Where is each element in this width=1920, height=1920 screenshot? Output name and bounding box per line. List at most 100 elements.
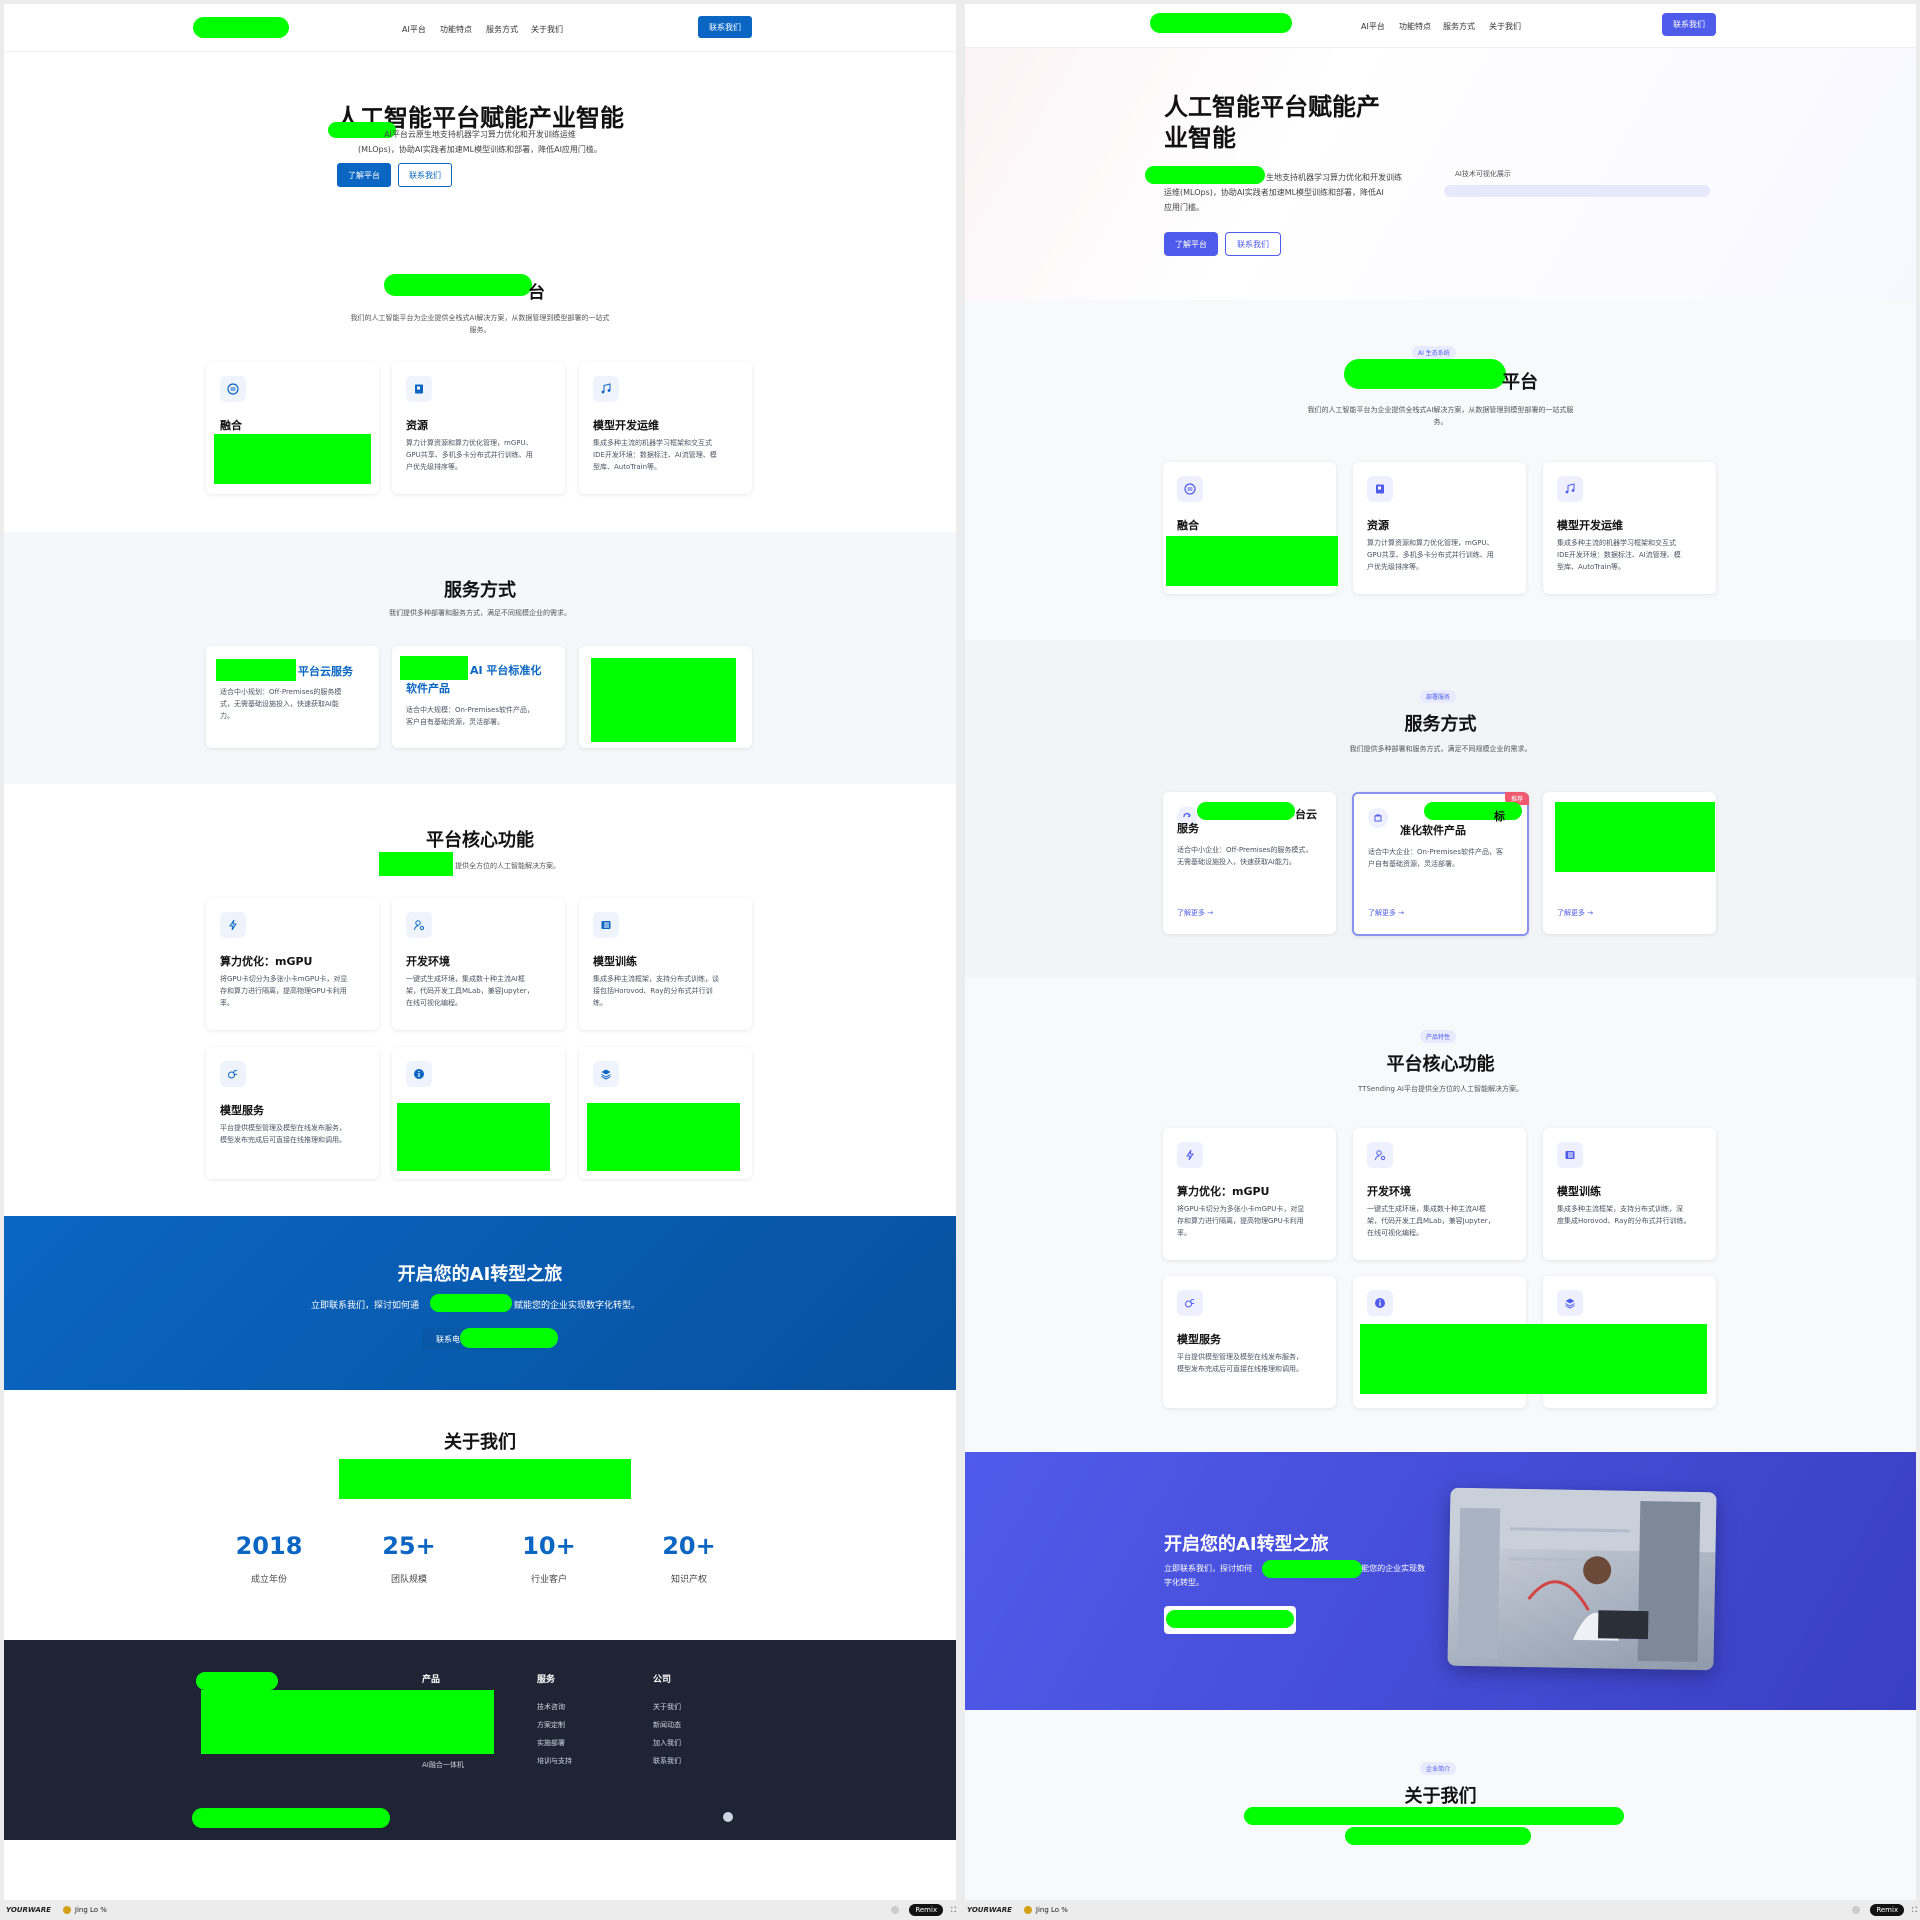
learn-more-link[interactable]: 了解更多 → (1177, 908, 1213, 918)
about-title: 关于我们 (1404, 1786, 1477, 1807)
card-description: 算力计算资源和算力优化管理，mGPU、 GPU共享、多机多卡分布式并行训练、用 … (1367, 537, 1517, 573)
learn-platform-button[interactable]: 了解平台 (337, 163, 391, 187)
learn-platform-button[interactable]: 了解平台 (1164, 232, 1218, 256)
hero-desc-line1: AI平台云原生地支持机器学习算力优化和开发训练运维 (384, 130, 576, 139)
hero-title-line2: 业智能 (1164, 124, 1236, 152)
contact-button[interactable]: 联系我们 (1662, 13, 1716, 36)
yourware-logo[interactable]: YOURWARE (967, 1906, 1012, 1914)
header: AI平台 功能特点 服务方式 关于我们 联系我们 (4, 4, 956, 52)
redacted-product-links (201, 1690, 494, 1754)
card-desc-line: 模型发布完成后可直接在线推理和调用。 (1177, 1365, 1303, 1373)
footer-link[interactable]: 实施部署 (537, 1738, 565, 1748)
yourware-logo[interactable]: YOURWARE (6, 1906, 51, 1914)
feature-card-serving: 模型服务 平台提供模型管理及模型在线发布服务， 模型发布完成后可直接在线推理和调… (206, 1047, 379, 1179)
cta-section: 开启您的AI转型之旅 立即联系我们，探讨如何通 赋能您的企业实现数字化转型。 联… (4, 1216, 956, 1390)
service-card-redacted[interactable] (579, 646, 752, 748)
footer-link[interactable]: 培训与支持 (537, 1756, 572, 1766)
user-name: Jing Lo % (74, 1906, 107, 1914)
cta-desc-a: 立即联系我们，探讨如何通 (311, 1301, 420, 1311)
fullscreen-icon[interactable]: ⛶ (1912, 1906, 1917, 1915)
contact-button[interactable]: 联系我们 (698, 16, 752, 38)
footer-link[interactable]: 新闻动态 (653, 1720, 681, 1730)
card-desc-line: GPU共享、多机多卡分布式并行训练、用 (1367, 551, 1494, 559)
right-bottom-bar: YOURWARE Jing Lo % Remix ⛶ (967, 1900, 1917, 1920)
card-description: 一键式生成环境，集成数十种主流AI框 架，代码开发工具MLab，兼容Jupyte… (406, 973, 556, 1009)
card-desc-line: 型库、AutoTrain等。 (593, 463, 662, 471)
card-desc-line: 算力计算资源和算力优化管理，mGPU、 (406, 439, 533, 447)
service-card-software[interactable]: 推荐 标 准化软件产品 适合中大企业：On-Premises软件产品，客 户自有… (1352, 792, 1529, 936)
nav-link-features[interactable]: 功能特点 (440, 24, 472, 35)
footer-link[interactable]: 技术咨询 (537, 1702, 565, 1712)
card-title: 模型开发运维 (593, 419, 659, 432)
hero-description: AI平台云原生地支持机器学习算力优化和开发训练运维 (MLOps)，协助AI实践… (4, 127, 956, 157)
card-title: 算力优化：mGPU (1177, 1185, 1270, 1198)
card-desc-line: 度集成Horovod、Ray的分布式并行训练。 (1557, 1217, 1691, 1225)
footer: 产品 AI融合一体机 服务 技术咨询 方案定制 实施部署 培训与支持 公司 关于… (4, 1640, 956, 1840)
footer-link[interactable]: 方案定制 (537, 1720, 565, 1730)
platform-badge: AI 生态系统 (1412, 346, 1456, 359)
nav-link-about[interactable]: 关于我们 (1489, 21, 1521, 32)
card-description: 平台提供模型管理及模型在线发布服务， 模型发布完成后可直接在线推理和调用。 (1177, 1351, 1332, 1375)
nav-link-ai[interactable]: AI平台 (1361, 21, 1385, 32)
service-description: 我们提供多种部署和服务方式，满足不同规模企业的需求。 (1349, 745, 1532, 753)
redacted-text (1262, 1560, 1362, 1578)
redacted-content (1360, 1324, 1707, 1394)
left-bottom-bar: YOURWARE Jing Lo % Remix ⛶ (6, 1900, 956, 1920)
fullscreen-icon[interactable]: ⛶ (951, 1906, 956, 1915)
service-card-redacted[interactable]: 了解更多 → (1543, 792, 1716, 934)
service-card-cloud[interactable]: 台云 服务 适合中小企业：Off-Premises的服务模式， 无需基础设施投入… (1163, 792, 1336, 934)
cta-contact-button[interactable] (1164, 1606, 1296, 1634)
like-icon[interactable] (1852, 1906, 1861, 1914)
learn-more-link[interactable]: 了解更多 → (1368, 908, 1404, 918)
footer-link[interactable]: AI融合一体机 (422, 1760, 464, 1770)
card-desc-line: 适合中大规模：On-Premises软件产品， (406, 706, 534, 714)
footer-link[interactable]: 加入我们 (653, 1738, 681, 1748)
cta-desc-b: 赋能您的企业实现数字化转型。 (514, 1301, 641, 1311)
card-desc-line: 将GPU卡切分为多张小卡mGPU卡，对显 (220, 975, 348, 983)
redacted-description (214, 434, 371, 484)
card-desc-line: 户自有基础资源，灵活部署。 (1368, 860, 1459, 868)
platform-title-suffix: 台 (528, 283, 545, 303)
card-title: 模型训练 (593, 955, 637, 968)
nav-link-service[interactable]: 服务方式 (486, 24, 518, 35)
nav-link-features[interactable]: 功能特点 (1399, 21, 1431, 32)
hero-contact-button[interactable]: 联系我们 (1225, 232, 1281, 256)
service-title: 服务方式 (444, 580, 516, 601)
nav-link-service[interactable]: 服务方式 (1443, 21, 1475, 32)
footer-link[interactable]: 关于我们 (653, 1702, 681, 1712)
card-desc-line: 集成多种主流的机器学习框架和交互式 (593, 439, 712, 447)
card-desc-line: 一键式生成环境，集成数十种主流AI框 (1367, 1205, 1486, 1213)
hero-desc-line2: 运维(MLOps)，协助AI实践者加速ML模型训练和部署，降低AI (1164, 188, 1384, 197)
learn-more-link[interactable]: 了解更多 → (1557, 908, 1593, 918)
cta-desc-b: 赋能您的企业实现数 (1353, 1564, 1426, 1573)
service-card-cloud[interactable]: 平台云服务 适合中小规划：Off-Premises的服务模 式，无需基础设施投入… (206, 646, 379, 748)
social-icon[interactable] (723, 1812, 733, 1822)
card-desc-line: 存和算力进行隔离，提高物理GPU卡利用 (220, 987, 347, 995)
footer-link[interactable]: 联系我们 (653, 1756, 681, 1766)
stat-number: 2018 (235, 1532, 303, 1560)
remix-button[interactable]: Remix (1870, 1904, 1905, 1916)
platform-card-mlops: 模型开发运维 集成多种主流的机器学习框架和交互式 IDE开发环境：数据标注、AI… (579, 362, 752, 494)
card-desc-line: 架，代码开发工具MLab，兼容Jupyter， (1367, 1217, 1495, 1225)
remix-button[interactable]: Remix (909, 1904, 944, 1916)
nav-link-about[interactable]: 关于我们 (531, 24, 563, 35)
hero-contact-button[interactable]: 联系我们 (398, 163, 452, 187)
card-title: 资源 (406, 419, 428, 432)
redacted-title (384, 274, 532, 296)
like-icon[interactable] (891, 1906, 900, 1914)
cta-desc-c: 字化转型。 (1164, 1578, 1204, 1587)
platform-card-fusion: 融合 (1163, 462, 1338, 594)
card-description: 将GPU卡切分为多张小卡mGPU卡，对显 存和算力进行隔离，提高物理GPU卡利用… (1177, 1203, 1327, 1239)
footer-heading-service: 服务 (537, 1675, 556, 1685)
card-desc-line: 一键式生成环境，集成数十种主流AI框 (406, 975, 525, 983)
service-card-software[interactable]: AI 平台标准化 软件产品 适合中大规模：On-Premises软件产品， 客户… (392, 646, 565, 748)
music-note-icon (593, 376, 619, 402)
model-icon (220, 1061, 246, 1087)
card-title: 开发环境 (1367, 1185, 1411, 1198)
stat-label: 团队规模 (390, 1575, 427, 1585)
features-description: TTSending AI平台提供全方位的人工智能解决方案。 (1358, 1085, 1523, 1093)
features-description: 提供全方位的人工智能解决方案。 (455, 862, 560, 870)
card-title: 融合 (1177, 519, 1199, 532)
nav-link-ai[interactable]: AI平台 (402, 24, 426, 35)
hero-image-alt: AI技术可视化展示 (1455, 170, 1511, 178)
